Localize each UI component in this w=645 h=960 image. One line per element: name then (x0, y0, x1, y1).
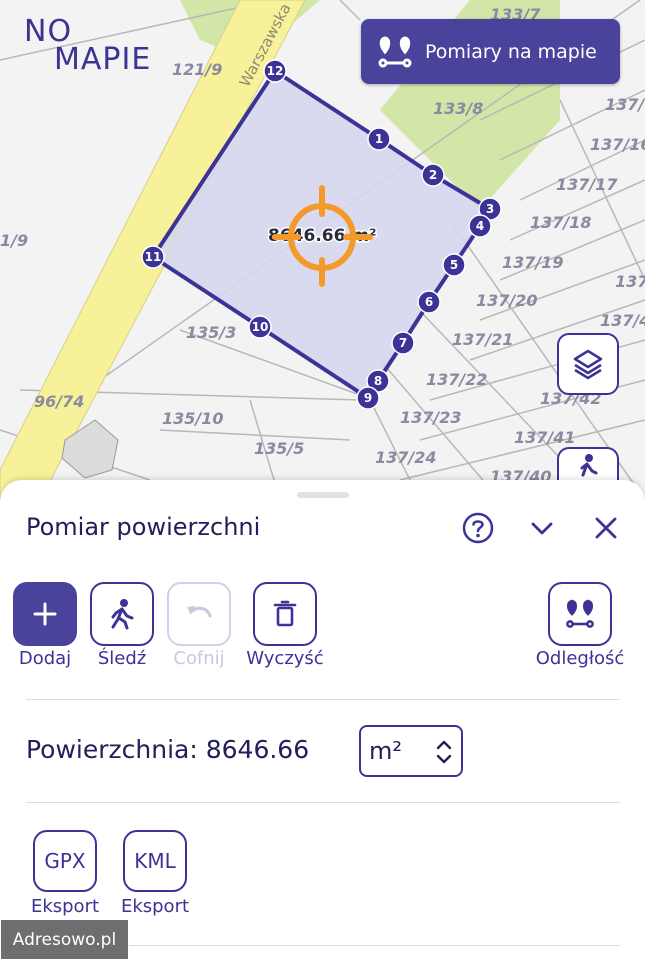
svg-text:9: 9 (364, 391, 372, 405)
clear-label: Wyczyść (246, 648, 324, 669)
clear-button[interactable] (253, 582, 317, 646)
undo-button[interactable] (167, 582, 231, 646)
export-gpx-label: Eksport (30, 896, 100, 917)
parcel-label: 135/3 (186, 323, 236, 342)
measurement-panel: Pomiar powierzchni Dodaj Śledź Cofnij Wy… (0, 480, 645, 960)
parcel-label: 137/4 (600, 311, 645, 330)
area-value: 8646.66 (205, 735, 310, 764)
parcel-label: 137/17 (556, 175, 618, 194)
parcel-label: 137/19 (502, 253, 564, 272)
close-button[interactable] (588, 510, 624, 546)
parcel-label: 135/5 (254, 439, 304, 458)
export-kml-label: Eksport (120, 896, 190, 917)
parcel-label: 137/20 (476, 291, 538, 310)
area-label: Powierzchnia: (26, 735, 198, 764)
app-logo: NO MAPIE (24, 14, 174, 77)
export-gpx-format: GPX (44, 849, 86, 873)
vertex-marker[interactable]: 9 (356, 386, 380, 410)
unit-select[interactable]: m² (359, 725, 463, 777)
divider (26, 802, 620, 803)
add-point-button[interactable] (13, 582, 77, 646)
export-kml-button[interactable]: KML (123, 830, 187, 892)
distance-label: Odległość (535, 648, 625, 669)
parcel-label: 137/41 (514, 428, 576, 447)
vertex-marker[interactable]: 1 (367, 127, 391, 151)
close-icon (595, 517, 617, 539)
route-pins-icon (566, 599, 594, 628)
plus-icon (33, 602, 57, 626)
measurements-button-label: Pomiary na mapie (425, 40, 597, 63)
distance-button[interactable] (548, 582, 612, 646)
parcel-label: 96/74 (34, 392, 84, 411)
track-button[interactable] (90, 582, 154, 646)
vertex-marker[interactable]: 10 (248, 315, 272, 339)
select-chevron-icon (436, 740, 452, 764)
svg-text:6: 6 (425, 295, 433, 309)
svg-text:12: 12 (267, 64, 284, 78)
unit-value: m² (369, 737, 402, 765)
parcel-label: 137/18 (530, 213, 592, 232)
undo-icon (187, 606, 212, 618)
svg-text:2: 2 (429, 168, 437, 182)
vertex-marker[interactable]: 11 (141, 245, 165, 269)
parcel-label: 135/10 (162, 409, 224, 428)
vertex-marker[interactable]: 5 (442, 253, 466, 277)
svg-text:5: 5 (450, 258, 458, 272)
vertex-marker[interactable]: 2 (421, 163, 445, 187)
logo-bottom: MAPIE (54, 42, 152, 77)
trash-icon (273, 600, 297, 627)
svg-text:8: 8 (374, 374, 382, 388)
parcel-label: 137/24 (375, 448, 437, 467)
export-gpx-button[interactable]: GPX (33, 830, 97, 892)
parcel-label: 133/8 (433, 99, 483, 118)
layers-icon (573, 349, 603, 380)
person-walk-icon (111, 599, 134, 630)
svg-text:11: 11 (145, 250, 162, 264)
parcel-label: 137 (615, 272, 645, 291)
parcel-label: 137/22 (426, 370, 488, 389)
help-button[interactable] (460, 510, 496, 546)
chevron-down-icon (531, 522, 553, 535)
divider (26, 699, 620, 700)
parcel-label: 137/21 (452, 330, 514, 349)
parcel-label: 137/16 (590, 135, 645, 154)
collapse-button[interactable] (524, 510, 560, 546)
panel-title: Pomiar powierzchni (26, 513, 261, 541)
measurements-button[interactable]: Pomiary na mapie (361, 19, 620, 84)
undo-label: Cofnij (173, 648, 225, 669)
route-pins-icon (378, 35, 412, 67)
svg-text:4: 4 (476, 219, 484, 233)
export-kml-format: KML (134, 849, 176, 873)
vertex-marker[interactable]: 6 (417, 290, 441, 314)
vertex-marker[interactable]: 4 (468, 214, 492, 238)
svg-text:10: 10 (252, 320, 269, 334)
parcel-label: 137/23 (400, 408, 462, 427)
svg-text:7: 7 (399, 336, 407, 350)
vertex-marker[interactable]: 12 (263, 59, 287, 83)
area-result: Powierzchnia: 8646.66 (26, 735, 309, 764)
svg-text:1: 1 (375, 132, 383, 146)
help-icon (462, 512, 494, 544)
parcel-label: 137/ (605, 95, 645, 114)
svg-text:3: 3 (486, 202, 494, 216)
vertex-marker[interactable]: 7 (391, 331, 415, 355)
parcel-label: 121/9 (172, 60, 222, 79)
layers-button[interactable] (557, 333, 619, 395)
parcel-label: 1/9 (0, 231, 28, 250)
watermark: Adresowo.pl (0, 919, 129, 960)
drag-handle[interactable] (297, 492, 349, 498)
